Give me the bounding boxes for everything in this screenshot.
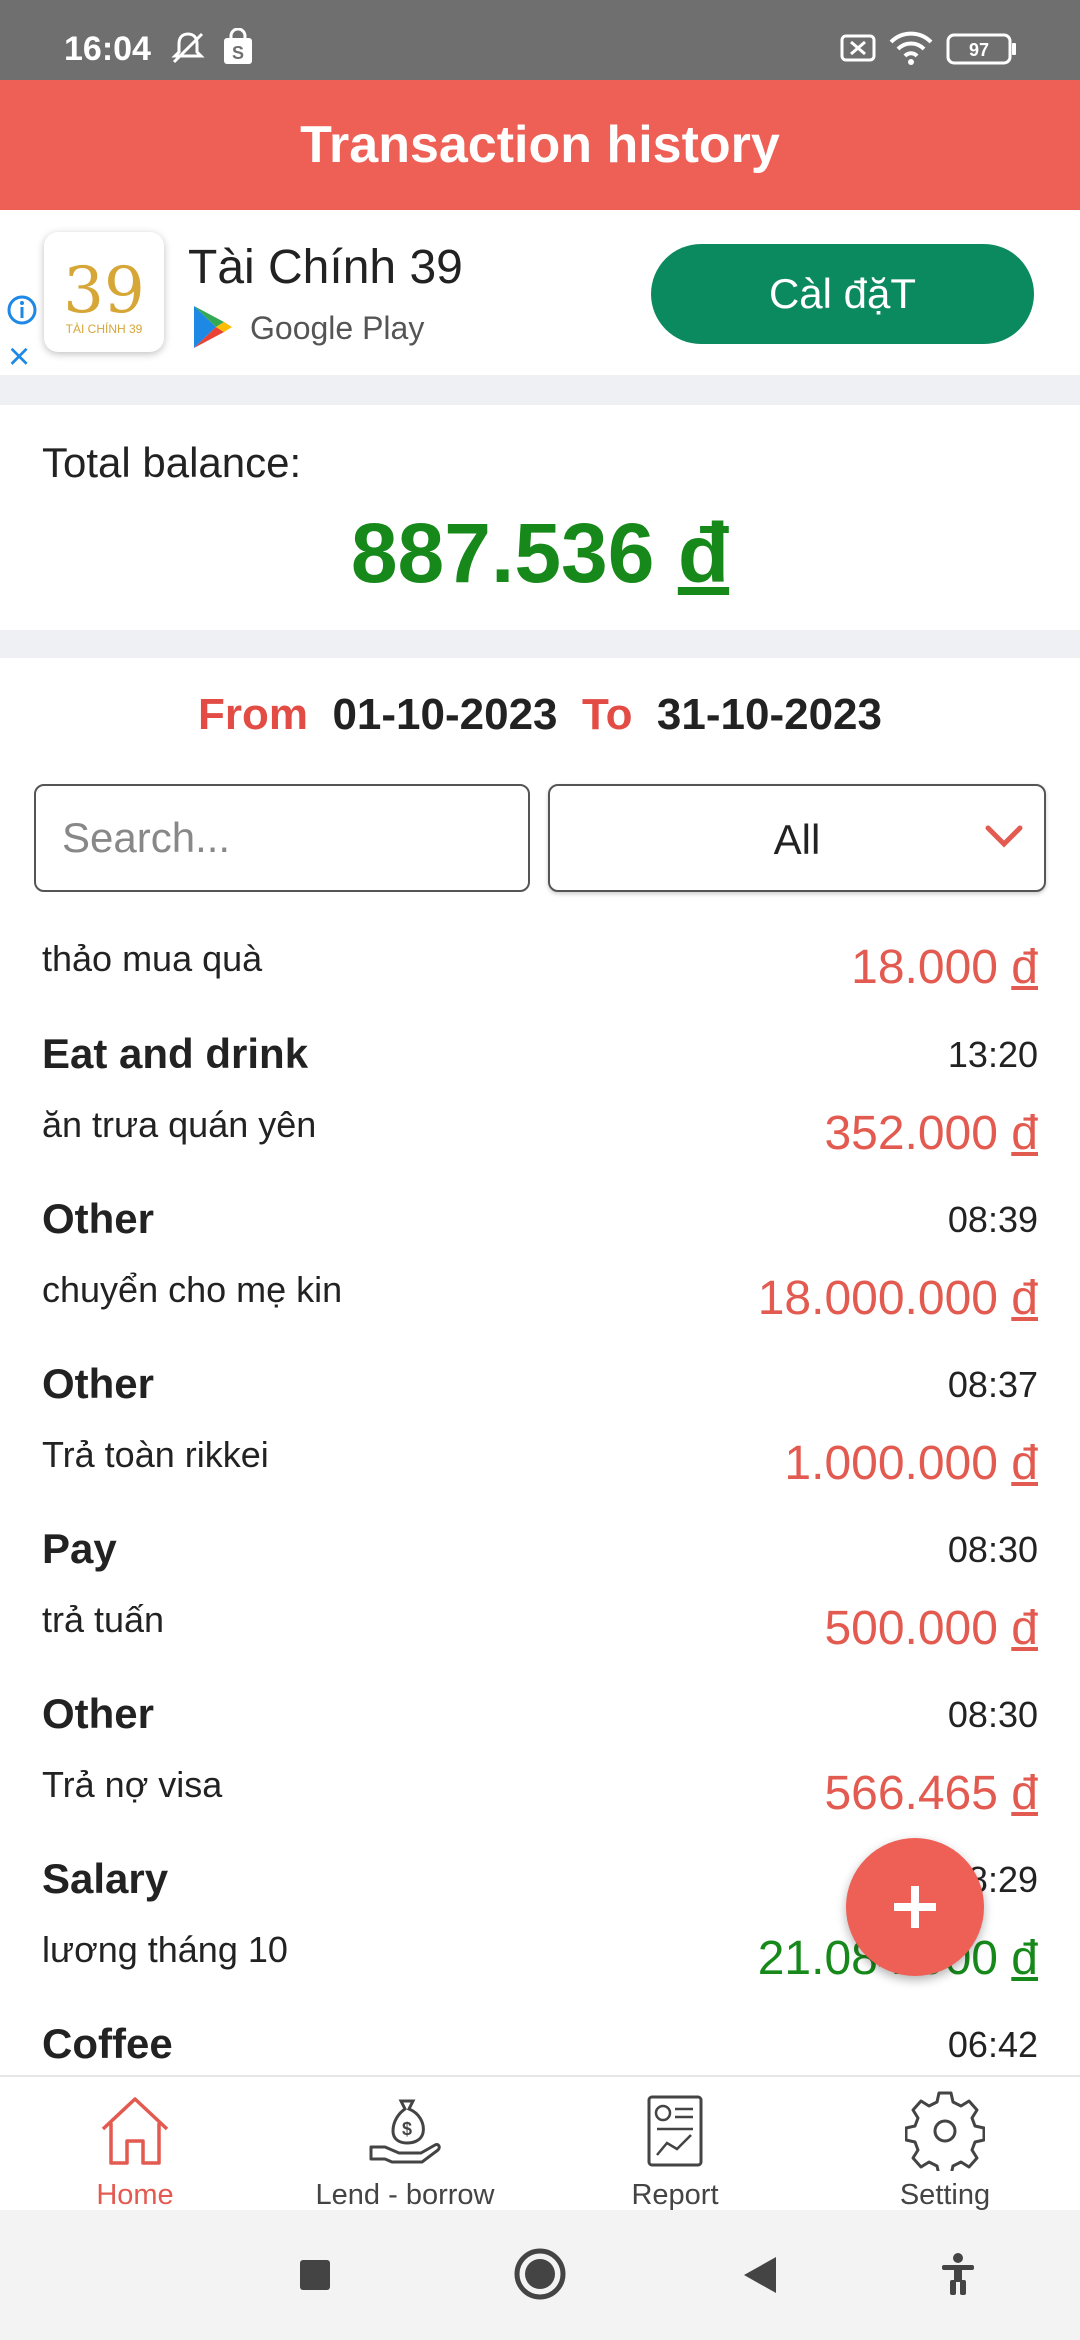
transaction-time: 08:37 xyxy=(947,1364,1038,1405)
to-label: To xyxy=(581,690,633,739)
transaction-time: 06:42 xyxy=(947,2024,1038,2065)
tab-report[interactable]: Report xyxy=(540,2077,810,2212)
balance-amount: 887.536 đ xyxy=(0,505,1080,602)
tab-setting[interactable]: Setting xyxy=(810,2077,1080,2212)
wifi-icon xyxy=(888,28,934,73)
transaction-category: Salary xyxy=(42,1855,169,1902)
plus-icon xyxy=(894,1886,936,1928)
transaction-category: Other xyxy=(42,1195,155,1242)
status-time: 16:04 xyxy=(64,30,151,68)
add-transaction-button[interactable] xyxy=(846,1838,984,1976)
balance-value: 887.536 xyxy=(350,506,655,600)
recents-button[interactable] xyxy=(298,2258,332,2297)
transaction-note: Trả nợ visa xyxy=(42,1764,223,1805)
transaction-category: Other xyxy=(42,1360,155,1407)
ad-banner[interactable]: 39 TÀI CHÍNH 39 Tài Chính 39 Google Play… xyxy=(0,210,1080,376)
balance-label: Total balance: xyxy=(42,439,302,486)
ad-info-icon[interactable] xyxy=(6,294,38,331)
from-date[interactable]: 01-10-2023 xyxy=(332,690,557,739)
from-label: From xyxy=(197,690,308,739)
transaction-time: 08:39 xyxy=(947,1199,1038,1240)
tab-lend-borrow-label: Lend - borrow xyxy=(315,2179,495,2211)
transaction-category: Other xyxy=(42,1690,155,1737)
ad-app-name[interactable]: Tài Chính 39 xyxy=(188,240,463,295)
transaction-amount: 1.000.000 đ xyxy=(784,1437,1038,1490)
transaction-note: chuyển cho mẹ kin xyxy=(42,1269,343,1310)
tab-setting-label: Setting xyxy=(899,2179,991,2211)
divider xyxy=(0,630,1080,658)
home-icon xyxy=(95,2091,175,2171)
transaction-amount: 18.000.000 đ xyxy=(757,1272,1038,1325)
ad-logo-number: 39 xyxy=(63,254,145,328)
transaction-note: Trả toàn rikkei xyxy=(42,1434,269,1475)
divider xyxy=(0,375,1080,405)
tab-home-label: Home xyxy=(96,2179,174,2211)
install-button[interactable]: Càl đặT xyxy=(651,244,1034,344)
no-sim-icon xyxy=(838,28,878,73)
search-input[interactable]: Search... xyxy=(34,784,530,892)
transaction-amount: 352.000 đ xyxy=(824,1107,1038,1160)
page-title: Transaction history xyxy=(300,116,780,174)
balance-card: Total balance: 887.536 đ xyxy=(0,405,1080,630)
bottom-nav: Home $ Lend - borrow Report Setting xyxy=(0,2075,1080,2212)
filter-selected: All xyxy=(773,816,821,863)
ad-store-label: Google Play xyxy=(250,310,425,346)
back-button[interactable] xyxy=(740,2254,780,2301)
ad-logo-caption: TÀI CHÍNH 39 xyxy=(65,322,143,336)
transaction-category: Eat and drink xyxy=(42,1030,309,1077)
status-bar: 16:04 S 97 xyxy=(0,0,1080,80)
svg-text:S: S xyxy=(232,43,244,63)
transaction-note: lương tháng 10 xyxy=(42,1929,288,1970)
svg-text:$: $ xyxy=(402,2119,412,2139)
google-play-icon xyxy=(194,306,232,348)
ad-app-logo[interactable]: 39 TÀI CHÍNH 39 xyxy=(44,232,164,352)
accessibility-icon[interactable] xyxy=(940,2252,976,2301)
report-icon xyxy=(635,2091,715,2171)
transaction-note: thảo mua quà xyxy=(42,938,263,979)
gear-icon xyxy=(904,2091,986,2177)
battery-level: 97 xyxy=(969,40,989,60)
transaction-amount: 566.465 đ xyxy=(824,1767,1038,1820)
to-date[interactable]: 31-10-2023 xyxy=(657,690,882,739)
tab-home[interactable]: Home xyxy=(0,2077,270,2212)
transaction-amount: 18.000 đ xyxy=(851,941,1038,994)
transaction-time: 08:30 xyxy=(947,1529,1038,1570)
battery-icon: 97 xyxy=(946,32,1018,71)
transaction-note: trả tuấn xyxy=(42,1599,165,1640)
tab-lend-borrow[interactable]: $ Lend - borrow xyxy=(270,2077,540,2212)
transaction-note: ăn trưa quán yên xyxy=(42,1104,317,1145)
transaction-category: Coffee xyxy=(42,2020,173,2067)
balance-currency: đ xyxy=(677,506,730,600)
money-bag-hand-icon: $ xyxy=(365,2091,445,2171)
ad-store: Google Play xyxy=(188,302,424,352)
transaction-time: 08:30 xyxy=(947,1694,1038,1735)
ad-close-icon[interactable]: × xyxy=(8,338,30,376)
home-button[interactable] xyxy=(512,2246,568,2307)
shop-icon: S xyxy=(220,27,256,73)
mute-icon xyxy=(168,28,208,73)
tab-report-label: Report xyxy=(631,2179,719,2211)
category-filter-select[interactable]: All xyxy=(548,784,1046,892)
app-bar: Transaction history xyxy=(0,80,1080,210)
chevron-down-icon xyxy=(984,822,1024,857)
system-nav-bar xyxy=(0,2210,1080,2340)
transaction-category: Pay xyxy=(42,1525,117,1572)
transaction-time: 13:20 xyxy=(947,1034,1038,1075)
transaction-amount: 500.000 đ xyxy=(824,1602,1038,1655)
date-range: From 01-10-2023 To 31-10-2023 xyxy=(0,690,1080,740)
